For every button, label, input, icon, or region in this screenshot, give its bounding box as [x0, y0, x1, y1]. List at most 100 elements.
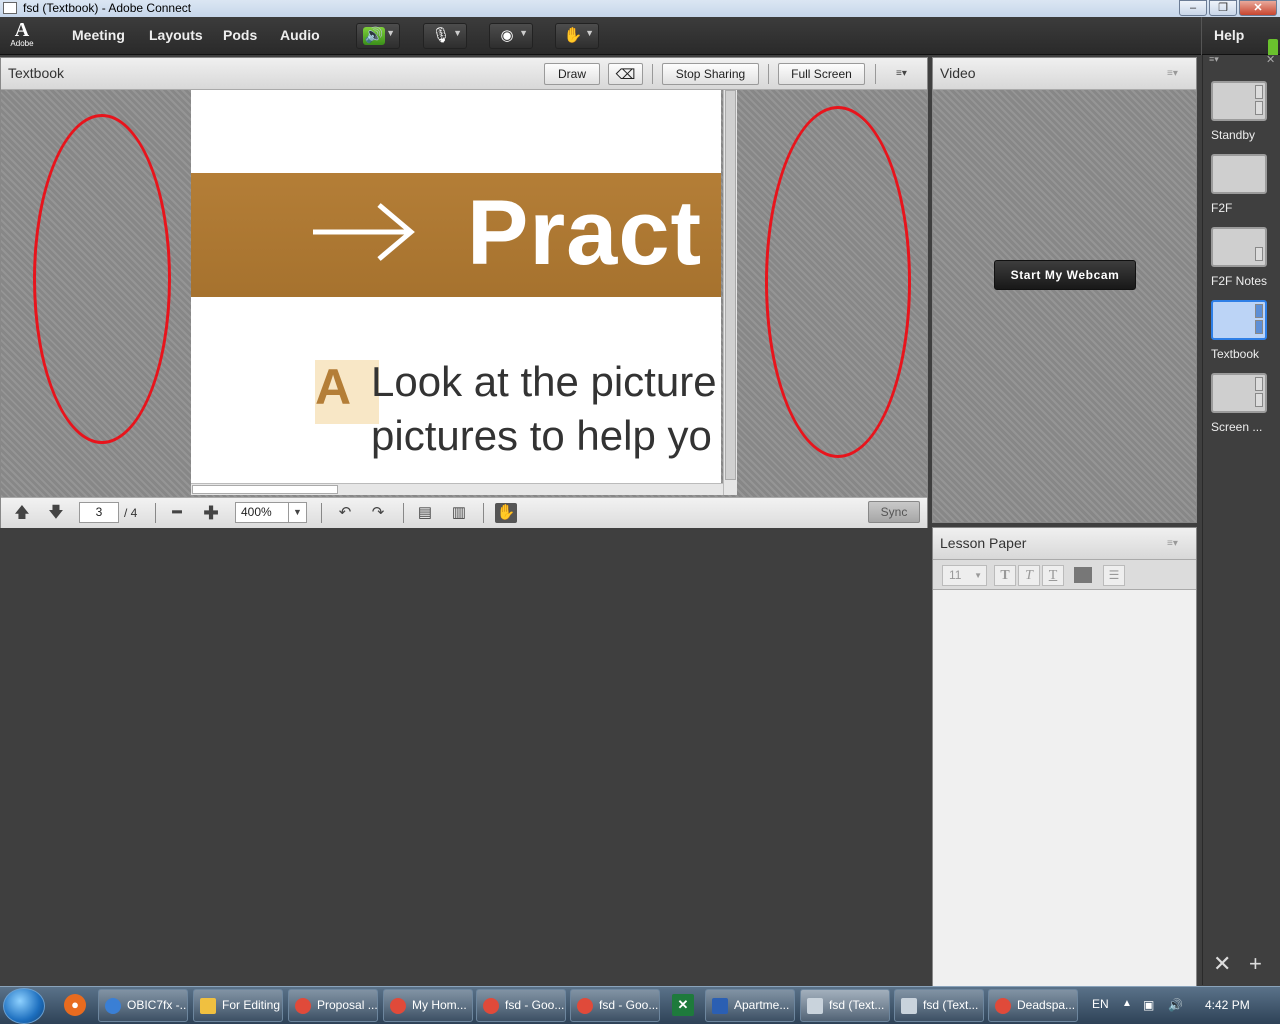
taskbar-item[interactable]: Deadspa... — [988, 989, 1078, 1022]
chrome-icon — [390, 998, 406, 1014]
pod-options-icon[interactable]: ≡▾ — [896, 68, 907, 79]
taskbar-item[interactable]: Apartme... — [705, 989, 795, 1022]
excel-icon[interactable]: ✕ — [672, 994, 694, 1016]
layout-label: F2F Notes — [1211, 274, 1268, 288]
scroll-thumb[interactable] — [725, 90, 736, 480]
taskbar-item[interactable]: fsd - Goo... — [476, 989, 566, 1022]
taskbar-item[interactable]: fsd - Goo... — [570, 989, 660, 1022]
chrome-icon — [995, 998, 1011, 1014]
bullet-list-button[interactable]: ☰ — [1103, 565, 1125, 586]
speaker-button[interactable]: 🔊 ▼ — [356, 23, 400, 49]
firefox-icon[interactable]: ● — [64, 994, 86, 1016]
taskbar-item[interactable]: OBIC7fx -... — [98, 989, 188, 1022]
eraser-icon: ⌫ — [615, 66, 636, 82]
layout-label: Screen ... — [1211, 420, 1263, 434]
delete-layout-icon[interactable]: ✕ — [1213, 951, 1231, 977]
hand-tool-icon[interactable]: ✋ — [495, 503, 517, 523]
microphone-button[interactable]: 🎙 ▼ — [423, 23, 467, 49]
taskbar-item[interactable]: Proposal ... — [288, 989, 378, 1022]
ie-icon — [105, 998, 121, 1014]
speaker-icon: 🔊 — [363, 27, 385, 45]
page-total: / 4 — [124, 506, 138, 520]
rotate-left-icon[interactable]: ↶ — [334, 503, 356, 523]
fit-page-icon[interactable]: ▤ — [414, 503, 436, 523]
full-screen-button[interactable]: Full Screen — [778, 63, 865, 85]
close-icon[interactable]: ✕ — [1266, 53, 1275, 66]
chevron-down-icon[interactable]: ▼ — [519, 28, 528, 38]
color-swatch-icon — [1074, 567, 1092, 583]
pod-header: Video ≡▾ — [933, 58, 1196, 90]
scroll-thumb[interactable] — [192, 485, 338, 494]
layout-label: Textbook — [1211, 347, 1260, 361]
menu-layouts[interactable]: Layouts — [149, 27, 203, 43]
vertical-scrollbar[interactable] — [723, 90, 737, 495]
font-size-select[interactable]: 11 ▼ — [942, 565, 987, 586]
chevron-down-icon[interactable]: ▼ — [974, 566, 982, 585]
underline-button[interactable]: T — [1042, 565, 1064, 586]
italic-button[interactable]: T — [1018, 565, 1040, 586]
taskbar-item[interactable]: fsd (Text... — [800, 989, 890, 1022]
document-page[interactable]: Pract A Look at the picture pictures to … — [191, 90, 721, 483]
page-number-input[interactable]: 3 — [79, 502, 119, 523]
chevron-down-icon[interactable]: ▼ — [585, 28, 594, 38]
network-icon[interactable]: ▣ — [1143, 998, 1154, 1012]
rotate-right-icon[interactable]: ↷ — [367, 503, 389, 523]
raise-hand-button[interactable]: ✋ ▼ — [555, 23, 599, 49]
microphone-icon: 🎙 — [431, 27, 451, 44]
fit-width-icon[interactable]: ▥ — [448, 503, 470, 523]
exercise-letter: A — [315, 359, 379, 424]
taskbar-item[interactable]: My Hom... — [383, 989, 473, 1022]
start-button[interactable] — [3, 988, 45, 1024]
volume-icon[interactable]: 🔊 — [1168, 998, 1183, 1012]
menu-audio[interactable]: Audio — [280, 27, 320, 43]
menu-pods[interactable]: Pods — [223, 27, 257, 43]
layout-thumbnail — [1211, 227, 1267, 267]
webcam-button[interactable]: ◉ ▼ — [489, 23, 533, 49]
video-area — [933, 90, 1196, 522]
sync-button[interactable]: Sync — [868, 501, 920, 523]
taskbar: ● OBIC7fx -... For Editing Proposal ... … — [0, 986, 1280, 1024]
zoom-select[interactable]: 400% ▼ — [235, 502, 307, 523]
chevron-down-icon[interactable]: ▼ — [288, 503, 306, 522]
taskbar-item[interactable]: fsd (Text... — [894, 989, 984, 1022]
clock[interactable]: 4:42 PM — [1205, 998, 1250, 1012]
pod-header: Lesson Paper ≡▾ — [933, 528, 1196, 560]
chevron-down-icon[interactable]: ▼ — [453, 28, 462, 38]
taskbar-item[interactable]: For Editing — [193, 989, 283, 1022]
language-indicator[interactable]: EN — [1092, 997, 1109, 1011]
annotation-ellipse-right — [765, 106, 911, 458]
format-toolbar: 11 ▼ T T T ☰ — [933, 560, 1196, 590]
zoom-out-icon[interactable]: ━ — [166, 503, 188, 523]
close-button[interactable]: ✕ — [1239, 0, 1277, 16]
text-color-button[interactable] — [1072, 565, 1094, 586]
chevron-down-icon[interactable]: ▼ — [386, 28, 395, 38]
chrome-icon — [295, 998, 311, 1014]
menu-meeting[interactable]: Meeting — [72, 27, 125, 43]
divider — [652, 64, 653, 84]
exercise-line-2: pictures to help yo — [371, 412, 712, 459]
maximize-button[interactable]: ❐ — [1209, 0, 1237, 16]
next-page-icon[interactable]: 🡇 — [45, 503, 67, 523]
divider — [155, 503, 156, 523]
menu-help[interactable]: Help — [1214, 27, 1244, 43]
note-text-area[interactable] — [933, 590, 1196, 986]
pod-options-icon[interactable]: ≡▾ — [1167, 538, 1178, 549]
pod-options-icon[interactable]: ≡▾ — [1167, 68, 1178, 79]
show-hidden-icons-icon[interactable]: ▲ — [1122, 998, 1132, 1009]
lesson-paper-pod: Lesson Paper ≡▾ 11 ▼ T T T ☰ — [932, 527, 1197, 987]
draw-button[interactable]: Draw — [544, 63, 600, 85]
add-layout-icon[interactable]: + — [1249, 951, 1262, 977]
bold-button[interactable]: T — [994, 565, 1016, 586]
pod-title: Textbook — [8, 65, 65, 81]
minimize-button[interactable]: – — [1179, 0, 1207, 16]
start-webcam-button[interactable]: Start My Webcam — [994, 260, 1136, 290]
stop-sharing-button[interactable]: Stop Sharing — [662, 63, 759, 85]
layouts-menu-icon[interactable]: ≡▾ — [1209, 54, 1219, 65]
eraser-button[interactable]: ⌫ — [608, 63, 643, 85]
zoom-in-icon[interactable]: ✚ — [200, 503, 222, 523]
horizontal-scrollbar[interactable] — [191, 483, 723, 495]
word-icon — [712, 998, 728, 1014]
previous-page-icon[interactable]: 🡅 — [11, 503, 33, 523]
adobe-connect-icon — [807, 998, 823, 1014]
divider — [875, 64, 876, 84]
